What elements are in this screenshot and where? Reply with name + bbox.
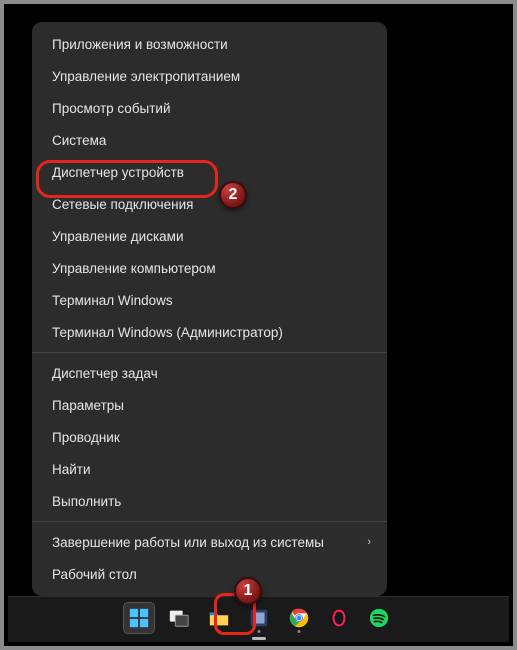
menu-item[interactable]: Завершение работы или выход из системы › [32, 526, 387, 558]
menu-item[interactable]: Проводник [32, 421, 387, 453]
taskbar [8, 596, 509, 642]
power-user-menu: Приложения и возможности Управление элект… [32, 22, 387, 596]
menu-item[interactable]: Сетевые подключения [32, 188, 387, 220]
folder-icon [208, 607, 230, 629]
menu-item[interactable]: Терминал Windows (Администратор) [32, 316, 387, 348]
settings-icon [248, 607, 270, 629]
taskbar-icons [124, 596, 394, 640]
menu-item-label: Управление компьютером [52, 261, 216, 276]
spotify-button[interactable] [364, 603, 394, 633]
menu-item-label: Диспетчер устройств [52, 165, 184, 180]
menu-item[interactable]: Рабочий стол [32, 558, 387, 590]
menu-item-label: Рабочий стол [52, 567, 137, 582]
menu-item[interactable]: Выполнить [32, 485, 387, 517]
spotify-icon [368, 607, 390, 629]
menu-item-label: Найти [52, 462, 91, 477]
menu-item[interactable]: Управление компьютером [32, 252, 387, 284]
task-view-button[interactable] [164, 603, 194, 633]
menu-item[interactable]: Управление электропитанием [32, 60, 387, 92]
menu-item-label: Приложения и возможности [52, 37, 228, 52]
settings-button[interactable] [244, 603, 274, 633]
menu-item-label: Завершение работы или выход из системы [52, 535, 324, 550]
task-view-icon [168, 607, 190, 629]
menu-item-label: Терминал Windows [52, 293, 173, 308]
menu-item[interactable]: Терминал Windows [32, 284, 387, 316]
screenshot-frame: Приложения и возможности Управление элект… [0, 0, 517, 650]
menu-item-label: Управление дисками [52, 229, 184, 244]
menu-item-label: Система [52, 133, 106, 148]
menu-item-label: Параметры [52, 398, 124, 413]
menu-item[interactable]: Параметры [32, 389, 387, 421]
opera-gx-button[interactable] [324, 603, 354, 633]
menu-separator [32, 352, 387, 353]
menu-item[interactable]: Управление дисками [32, 220, 387, 252]
menu-item-label: Управление электропитанием [52, 69, 240, 84]
chrome-button[interactable] [284, 603, 314, 633]
opera-gx-icon [328, 607, 350, 629]
menu-item[interactable]: Найти [32, 453, 387, 485]
start-button[interactable] [124, 603, 154, 633]
menu-item[interactable]: Система [32, 124, 387, 156]
menu-item-label: Терминал Windows (Администратор) [52, 325, 283, 340]
menu-item[interactable]: Диспетчер устройств [32, 156, 387, 188]
menu-item-label: Выполнить [52, 494, 121, 509]
chrome-icon [288, 607, 310, 629]
menu-separator [32, 521, 387, 522]
windows-logo-icon [128, 607, 150, 629]
menu-item-label: Диспетчер задач [52, 366, 158, 381]
menu-item-label: Сетевые подключения [52, 197, 194, 212]
menu-item-label: Просмотр событий [52, 101, 171, 116]
menu-item[interactable]: Просмотр событий [32, 92, 387, 124]
menu-item-label: Проводник [52, 430, 120, 445]
menu-item[interactable]: Диспетчер задач [32, 357, 387, 389]
chevron-right-icon: › [367, 536, 371, 548]
menu-item[interactable]: Приложения и возможности [32, 28, 387, 60]
file-explorer-button[interactable] [204, 603, 234, 633]
